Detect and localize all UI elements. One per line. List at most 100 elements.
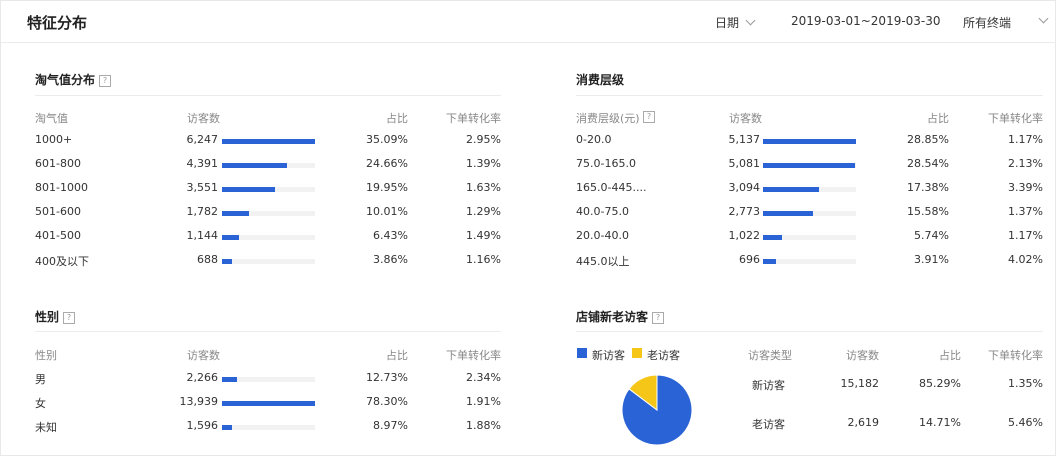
section-title-text: 消费层级: [576, 73, 625, 87]
row-visitors: 696: [739, 253, 760, 266]
row-visitors: 13,939: [179, 395, 219, 408]
row-visitors: 15,182: [840, 377, 880, 390]
divider: [576, 331, 1043, 332]
row-label: 40.0-75.0: [576, 205, 629, 218]
row-label: 401-500: [35, 229, 81, 242]
date-type-dropdown[interactable]: 日期: [715, 14, 756, 31]
row-share: 5.74%: [914, 229, 949, 242]
row-visitors: 1,022: [728, 229, 761, 242]
row-share: 35.09%: [366, 133, 408, 146]
section-title-text: 性别: [35, 310, 60, 324]
row-bar-fill: [222, 425, 232, 430]
visitor-pie-chart: [621, 374, 693, 446]
row-bar-fill: [222, 377, 237, 382]
row-conversion: 2.34%: [466, 371, 501, 384]
row-conversion: 2.13%: [1008, 157, 1043, 170]
row-bar-track: [222, 211, 315, 216]
row-label: 801-1000: [35, 181, 88, 194]
row-share: 10.01%: [366, 205, 408, 218]
row-share: 78.30%: [366, 395, 408, 408]
help-icon[interactable]: ?: [99, 75, 112, 87]
column-header: 占比: [939, 349, 961, 362]
section-title-visitors: 店铺新老访客?: [576, 308, 665, 325]
row-visitors: 3,094: [728, 181, 761, 194]
row-bar-track: [222, 139, 315, 144]
terminal-dropdown[interactable]: 所有终端: [963, 14, 1011, 31]
row-label: 未知: [35, 421, 57, 434]
row-conversion: 1.35%: [1008, 377, 1043, 390]
row-bar-track: [763, 259, 856, 264]
section-title-gender: 性别?: [35, 308, 76, 325]
row-bar-fill: [222, 187, 275, 192]
row-label: 165.0-445....: [576, 181, 647, 194]
row-conversion: 1.37%: [1008, 205, 1043, 218]
row-bar-track: [763, 235, 856, 240]
row-label: 501-600: [35, 205, 81, 218]
row-label: 75.0-165.0: [576, 157, 636, 170]
row-bar-fill: [222, 211, 249, 216]
row-label: 0-20.0: [576, 133, 612, 146]
row-bar-track: [763, 187, 856, 192]
row-bar-fill: [763, 163, 855, 168]
date-range-picker[interactable]: 2019-03-01~2019-03-30: [791, 14, 941, 28]
column-header: 占比: [927, 112, 949, 125]
row-label: 1000+: [35, 133, 73, 146]
row-visitors: 4,391: [186, 157, 219, 170]
chevron-down-icon: [745, 15, 756, 26]
row-visitors: 688: [197, 253, 218, 266]
page-title: 特征分布: [27, 14, 88, 32]
divider: [35, 95, 501, 96]
section-title-taoqi: 淘气值分布?: [35, 71, 112, 88]
row-bar-track: [222, 401, 315, 406]
column-header: 访客数: [187, 112, 220, 125]
help-icon[interactable]: ?: [643, 111, 655, 123]
row-bar-track: [222, 235, 315, 240]
row-bar-fill: [222, 139, 315, 144]
row-share: 28.85%: [907, 133, 949, 146]
legend-swatch-new: [577, 348, 587, 358]
row-conversion: 1.39%: [466, 157, 501, 170]
column-header: 淘气值: [35, 112, 68, 125]
chevron-down-icon[interactable]: [1038, 13, 1049, 24]
row-share: 14.71%: [919, 416, 961, 429]
row-bar-fill: [763, 211, 813, 216]
row-share: 8.97%: [373, 419, 408, 432]
divider: [35, 331, 501, 332]
row-visitors: 5,081: [728, 157, 761, 170]
row-visitors: 5,137: [728, 133, 761, 146]
row-bar-fill: [763, 235, 782, 240]
header-bar: 特征分布 日期 2019-03-01~2019-03-30 所有终端: [1, 1, 1056, 43]
column-header: 下单转化率: [988, 112, 1043, 125]
column-header: 访客类型: [748, 349, 792, 362]
row-visitors: 1,144: [186, 229, 219, 242]
row-conversion: 1.29%: [466, 205, 501, 218]
row-bar-fill: [763, 139, 856, 144]
row-label: 20.0-40.0: [576, 229, 629, 242]
row-share: 3.91%: [914, 253, 949, 266]
row-bar-fill: [222, 235, 239, 240]
date-type-label: 日期: [715, 16, 740, 30]
divider: [576, 95, 1043, 96]
row-conversion: 3.39%: [1008, 181, 1043, 194]
row-visitors: 2,619: [847, 416, 880, 429]
feature-distribution-panel: 特征分布 日期 2019-03-01~2019-03-30 所有终端 淘气值分布…: [0, 0, 1056, 456]
row-conversion: 1.17%: [1008, 133, 1043, 146]
column-header: 下单转化率: [446, 349, 501, 362]
help-icon[interactable]: ?: [63, 312, 76, 324]
row-label: 445.0以上: [576, 255, 630, 268]
row-visitors: 1,782: [186, 205, 219, 218]
row-share: 6.43%: [373, 229, 408, 242]
row-label: 老访客: [752, 418, 785, 431]
row-visitors: 6,247: [186, 133, 219, 146]
help-icon[interactable]: ?: [652, 312, 665, 324]
row-bar-fill: [763, 187, 819, 192]
column-header: 访客数: [846, 349, 879, 362]
row-label: 400及以下: [35, 255, 89, 268]
row-label: 新访客: [752, 379, 785, 392]
row-share: 3.86%: [373, 253, 408, 266]
row-bar-fill: [222, 401, 315, 406]
row-conversion: 1.63%: [466, 181, 501, 194]
row-bar-track: [222, 259, 315, 264]
row-bar-track: [763, 139, 856, 144]
row-share: 85.29%: [919, 377, 961, 390]
